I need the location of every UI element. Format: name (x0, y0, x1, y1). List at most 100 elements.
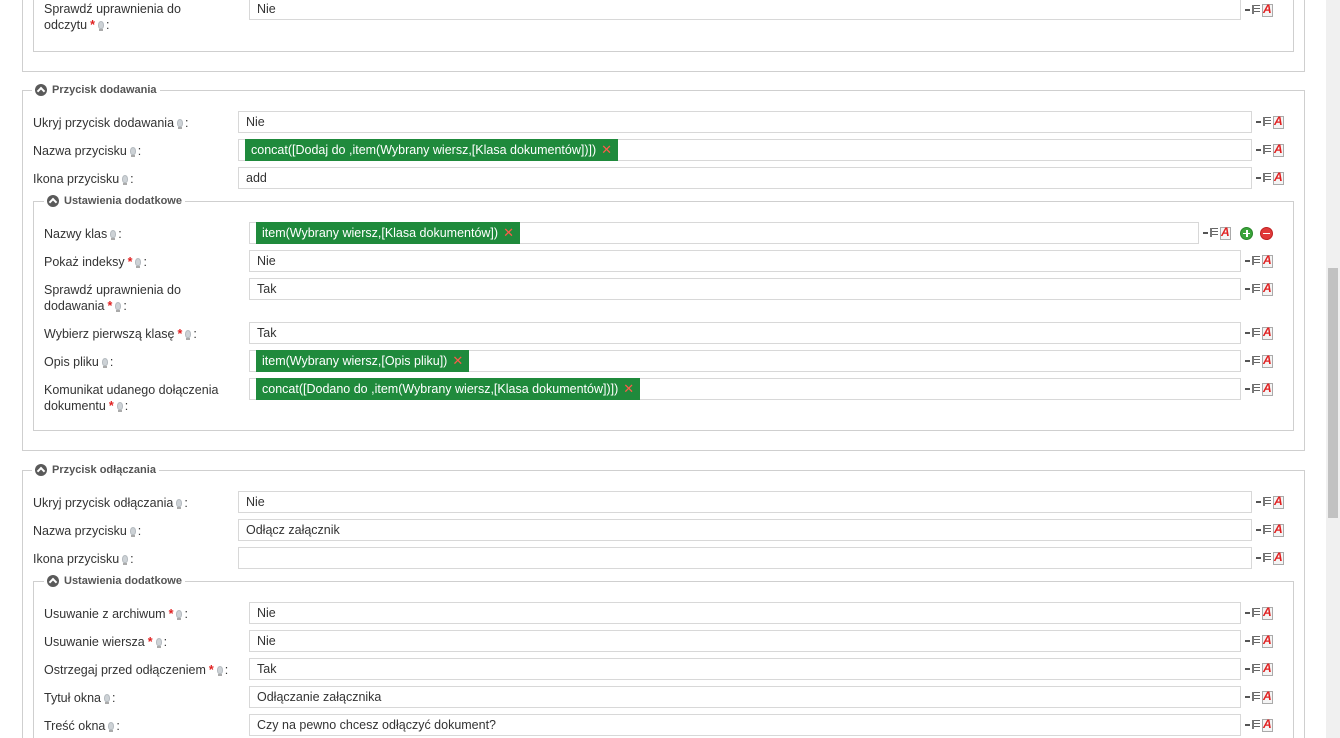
window-content-field[interactable]: Czy na pewno chcesz odłączyć dokument? (249, 714, 1241, 736)
expression-tag[interactable]: concat([Dodano do ,item(Wybrany wiersz,[… (256, 378, 641, 400)
minus-circle-icon[interactable] (1260, 226, 1273, 240)
clear-value-icon[interactable] (1261, 717, 1275, 732)
function-list-icon[interactable] (1256, 144, 1271, 156)
function-list-icon[interactable] (1245, 255, 1260, 267)
field-actions (1245, 325, 1275, 341)
function-list-icon[interactable] (1256, 116, 1271, 128)
hide-add-button-field[interactable]: Nie (238, 111, 1252, 133)
legend-add-button[interactable]: Przycisk dodawania (32, 83, 160, 97)
clear-value-icon[interactable] (1261, 253, 1275, 268)
remove-row-field[interactable]: Nie (249, 630, 1241, 652)
clear-value-icon[interactable] (1272, 550, 1286, 565)
function-list-icon[interactable] (1245, 607, 1260, 619)
field-actions (1256, 170, 1286, 186)
clear-value-icon[interactable] (1261, 353, 1275, 368)
scrollbar-thumb[interactable] (1328, 268, 1338, 518)
label-check-add: Sprawdź uprawnienia do dodawania *: (44, 283, 181, 313)
clear-value-icon[interactable] (1261, 661, 1275, 676)
chevron-up-circle-icon[interactable] (35, 84, 47, 96)
function-list-icon[interactable] (1245, 663, 1260, 675)
vertical-scrollbar[interactable] (1326, 0, 1340, 738)
legend-detach-extra[interactable]: Ustawienia dodatkowe (44, 574, 185, 588)
first-class-field[interactable]: Tak (249, 322, 1241, 344)
field-actions (1245, 353, 1275, 369)
clear-value-icon[interactable] (1272, 494, 1286, 509)
label-add-icon: Ikona przycisku: (33, 172, 134, 186)
check-add-field[interactable]: Tak (249, 278, 1241, 300)
expression-tag[interactable]: item(Wybrany wiersz,[Opis pliku]) ✕ (256, 350, 470, 372)
clear-value-icon[interactable] (1272, 114, 1286, 129)
remove-tag-icon[interactable]: ✕ (452, 353, 463, 368)
function-list-icon[interactable] (1256, 496, 1271, 508)
remove-archive-field[interactable]: Nie (249, 602, 1241, 624)
function-list-icon[interactable] (1245, 719, 1260, 731)
remove-tag-icon[interactable]: ✕ (601, 142, 612, 157)
expression-tag[interactable]: item(Wybrany wiersz,[Klasa dokumentów]) ✕ (256, 222, 520, 244)
label-class-names: Nazwy klas: (44, 227, 122, 241)
label-first-class: Wybierz pierwszą klasę *: (44, 327, 197, 341)
clear-value-icon[interactable] (1261, 605, 1275, 620)
hide-detach-button-field[interactable]: Nie (238, 491, 1252, 513)
function-list-icon[interactable] (1256, 524, 1271, 536)
function-list-icon[interactable] (1245, 635, 1260, 647)
clear-value-icon[interactable] (1261, 281, 1275, 296)
function-list-icon[interactable] (1203, 227, 1218, 239)
label-window-title: Tytuł okna: (44, 691, 116, 705)
check-read-field[interactable]: Nie (249, 0, 1241, 20)
clear-value-icon[interactable] (1261, 633, 1275, 648)
lightbulb-icon (115, 302, 122, 312)
clear-value-icon[interactable] (1272, 522, 1286, 537)
clear-value-icon[interactable] (1219, 225, 1233, 240)
lightbulb-icon (122, 175, 129, 185)
clear-value-icon[interactable] (1272, 142, 1286, 157)
lightbulb-icon (108, 722, 115, 732)
remove-tag-icon[interactable]: ✕ (623, 381, 634, 396)
legend-detach-button[interactable]: Przycisk odłączania (32, 463, 159, 477)
label-hide-add: Ukryj przycisk dodawania: (33, 116, 189, 130)
field-actions (1256, 494, 1286, 510)
lightbulb-icon (135, 258, 142, 268)
lightbulb-icon (185, 330, 192, 340)
chevron-up-circle-icon[interactable] (47, 195, 59, 207)
label-hide-detach: Ukryj przycisk odłączania: (33, 496, 188, 510)
clear-value-icon[interactable] (1272, 170, 1286, 185)
legend-add-extra[interactable]: Ustawienia dodatkowe (44, 194, 185, 208)
function-list-icon[interactable] (1245, 691, 1260, 703)
function-list-icon[interactable] (1245, 4, 1260, 16)
lightbulb-icon (129, 147, 136, 157)
warn-field[interactable]: Tak (249, 658, 1241, 680)
label-detach-name: Nazwa przycisku: (33, 524, 142, 538)
plus-circle-icon[interactable] (1240, 226, 1253, 240)
detach-button-name-field[interactable]: Odłącz załącznik (238, 519, 1252, 541)
field-actions (1245, 281, 1275, 297)
field-actions (1245, 253, 1275, 269)
field-actions (1245, 717, 1275, 733)
expression-tag[interactable]: concat([Dodaj do ,item(Wybrany wiersz,[K… (245, 139, 619, 161)
chevron-up-circle-icon[interactable] (47, 575, 59, 587)
add-button-icon-field[interactable]: add (238, 167, 1252, 189)
function-list-icon[interactable] (1245, 327, 1260, 339)
label-window-content: Treść okna: (44, 719, 120, 733)
function-list-icon[interactable] (1245, 355, 1260, 367)
function-list-icon[interactable] (1256, 172, 1271, 184)
clear-value-icon[interactable] (1261, 381, 1275, 396)
label-success-msg: Komunikat udanego dołączenia dokumentu *: (44, 383, 219, 413)
function-list-icon[interactable] (1256, 552, 1271, 564)
window-title-field[interactable]: Odłączanie załącznika (249, 686, 1241, 708)
chevron-up-circle-icon[interactable] (35, 464, 47, 476)
lightbulb-icon (129, 527, 136, 537)
function-list-icon[interactable] (1245, 383, 1260, 395)
function-list-icon[interactable] (1245, 283, 1260, 295)
clear-value-icon[interactable] (1261, 689, 1275, 704)
remove-tag-icon[interactable]: ✕ (503, 225, 514, 240)
lightbulb-icon (177, 119, 184, 129)
field-actions (1245, 633, 1275, 649)
detach-button-icon-field[interactable] (238, 547, 1252, 569)
show-index-field[interactable]: Nie (249, 250, 1241, 272)
lightbulb-icon (97, 21, 104, 31)
clear-value-icon[interactable] (1261, 2, 1275, 17)
lightbulb-icon (176, 499, 183, 509)
clear-value-icon[interactable] (1261, 325, 1275, 340)
lightbulb-icon (101, 358, 108, 368)
label-remove-archive: Usuwanie z archiwum *: (44, 607, 188, 621)
